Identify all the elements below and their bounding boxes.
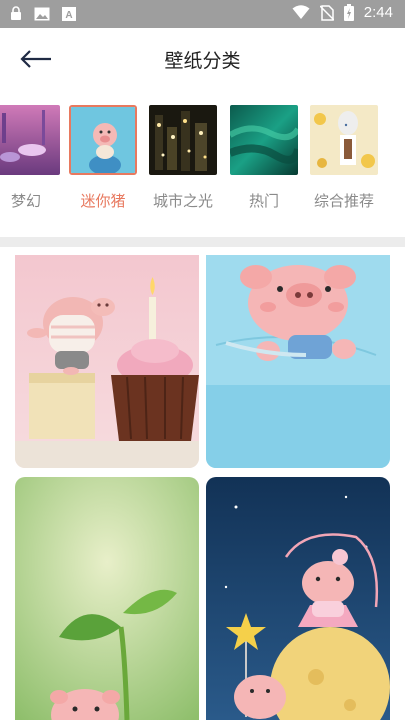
battery-icon: [343, 4, 354, 21]
category-item-dream[interactable]: 梦幻: [0, 100, 64, 220]
wallpaper-card-4[interactable]: [206, 477, 390, 720]
wallpaper-card-2[interactable]: [206, 255, 390, 468]
category-label: 综合推荐: [313, 192, 374, 210]
status-left-icons: A: [10, 6, 76, 21]
category-thumbnail: [149, 105, 217, 175]
wallpaper-image: [206, 255, 390, 468]
no-sim-icon: [319, 4, 334, 21]
category-label: 梦幻: [10, 192, 41, 210]
category-item-popular[interactable]: 热门: [226, 100, 302, 220]
status-right-icons: 2:44: [292, 4, 393, 21]
wallpaper-card-3[interactable]: [15, 477, 199, 720]
category-item-recommended[interactable]: 综合推荐: [306, 100, 382, 220]
status-bar: A 2:44: [0, 0, 405, 28]
category-thumbnail: [230, 105, 298, 175]
category-label: 迷你猪: [80, 192, 126, 210]
status-time: 2:44: [363, 4, 393, 21]
header: 壁纸分类: [0, 28, 405, 90]
page-title: 壁纸分类: [164, 50, 241, 72]
category-thumbnail: [69, 105, 137, 175]
category-label: 热门: [248, 192, 279, 210]
wifi-icon: [292, 5, 310, 19]
wallpaper-image: [15, 477, 199, 720]
category-item-mini-pig[interactable]: 迷你猪: [65, 100, 141, 220]
wallpaper-image: [206, 477, 390, 720]
section-divider: [0, 237, 405, 247]
category-thumbnail: [0, 105, 60, 175]
category-strip[interactable]: 梦幻 迷你猪 城市之光 热门 综合推荐: [0, 100, 405, 220]
font-icon: A: [62, 6, 76, 21]
wallpaper-image: [15, 255, 199, 468]
category-label: 城市之光: [152, 192, 213, 210]
category-item-city-lights[interactable]: 城市之光: [145, 100, 221, 220]
svg-text:A: A: [65, 10, 72, 21]
lock-icon: [11, 6, 21, 20]
image-icon: [34, 7, 50, 20]
wallpaper-card-1[interactable]: [15, 255, 199, 468]
category-thumbnail: [310, 105, 378, 175]
